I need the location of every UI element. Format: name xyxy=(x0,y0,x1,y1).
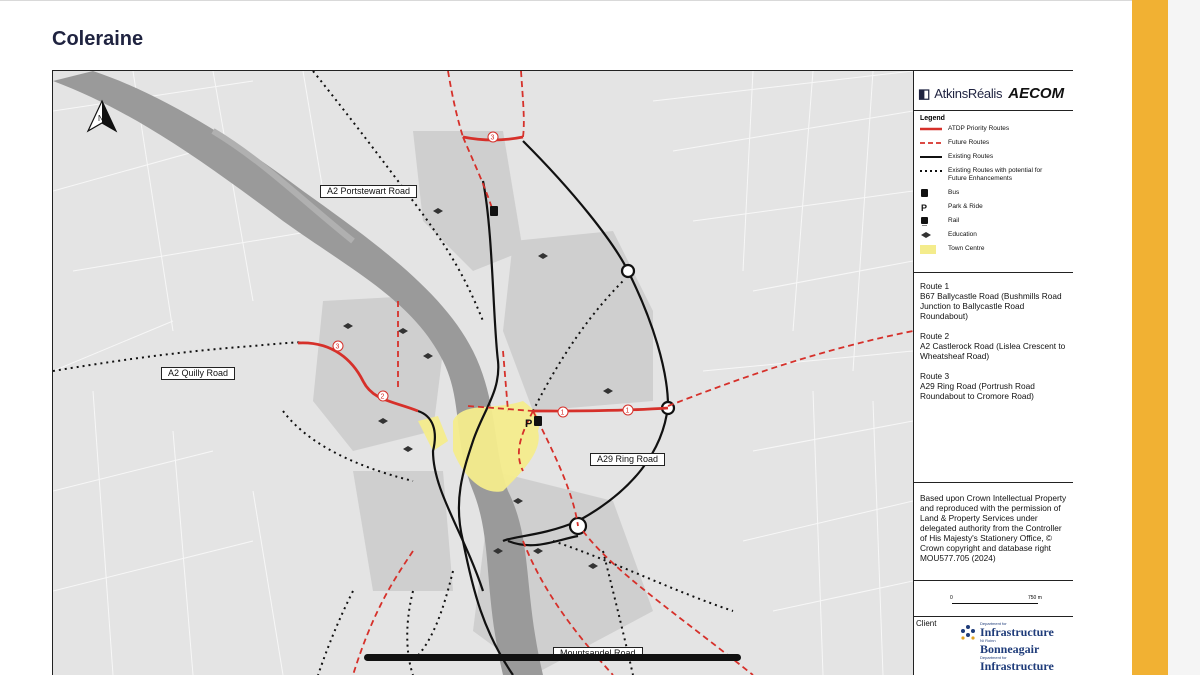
horizontal-scrollbar[interactable] xyxy=(364,654,741,661)
park-ride-icon: P xyxy=(920,203,942,213)
rail-icon xyxy=(920,217,942,227)
map-canvas[interactable]: 3 3 2 1 1 P N A2 Portstewart Road A2 Qui… xyxy=(53,71,913,675)
copyright-section: Based upon Crown Intellectual Property a… xyxy=(914,483,1073,581)
road-label-quilly: A2 Quilly Road xyxy=(161,367,236,380)
route-name: Route 1 xyxy=(920,281,950,291)
route-marker-1: 1 xyxy=(561,410,565,417)
park-ride-icon: P xyxy=(525,418,532,430)
scale-bar: 0 750 m xyxy=(914,587,1073,607)
town-centre-swatch-icon xyxy=(920,245,942,254)
svg-text:P: P xyxy=(921,203,927,212)
road-label-ring: A29 Ring Road xyxy=(590,453,666,466)
page-edge xyxy=(1168,0,1200,675)
scale-line xyxy=(952,603,1038,604)
legend-label: Existing Routes xyxy=(948,153,994,160)
black-dotted-line-icon xyxy=(920,167,942,175)
copyright-text: Based upon Crown Intellectual Property a… xyxy=(920,493,1067,563)
legend-item: Town Centre xyxy=(920,245,1073,254)
route-desc: B67 Ballycastle Road (Bushmills Road Jun… xyxy=(920,291,1062,321)
legend-item: Bus xyxy=(920,189,1073,197)
dfi-name-2: Infrastructure xyxy=(980,659,1054,673)
scale-start: 0 xyxy=(950,595,953,601)
routes-section: Route 1 B67 Ballycastle Road (Bushmills R… xyxy=(914,273,1073,483)
north-label: N xyxy=(98,114,104,123)
route-marker-2: 2 xyxy=(381,394,385,401)
legend-item: P Park & Ride xyxy=(920,203,1073,213)
accent-sidebar xyxy=(1132,0,1168,675)
atkins-logo-icon: ◧ xyxy=(918,85,931,101)
dfi-name: Infrastructure xyxy=(980,625,1054,639)
red-solid-line-icon xyxy=(920,125,942,133)
dfi-crest-icon xyxy=(961,625,975,640)
route-entry: Route 1 B67 Ballycastle Road (Bushmills R… xyxy=(920,281,1069,321)
scale-end: 750 m xyxy=(1028,595,1042,601)
legend-label: Existing Routes with potential for Futur… xyxy=(948,167,1043,182)
legend-label: Future Routes xyxy=(948,139,990,146)
route-desc: A2 Castlerock Road (Lislea Crescent to W… xyxy=(920,341,1066,361)
routes-list: Route 1 B67 Ballycastle Road (Bushmills R… xyxy=(914,273,1073,401)
dfi-name-irish: Bonneagair xyxy=(980,642,1040,656)
page-title: Coleraine xyxy=(52,28,144,50)
scale-section: 0 750 m xyxy=(914,581,1073,617)
red-dashed-line-icon xyxy=(920,139,942,147)
legend-item: Education xyxy=(920,231,1073,239)
client-section: Client Department for Infrastructure Ní … xyxy=(914,617,1073,675)
company-logos: ◧ AtkinsRéalis AECOM xyxy=(914,71,1073,102)
road-label-portstewart: A2 Portstewart Road xyxy=(320,185,418,198)
legend-item: Future Routes xyxy=(920,139,1073,147)
atkins-logo-text: AtkinsRéalis xyxy=(934,86,1003,101)
route-name: Route 2 xyxy=(920,331,950,341)
legend-label: Education xyxy=(948,231,977,238)
legend-item: ATDP Priority Routes xyxy=(920,125,1073,133)
legend-label: Park & Ride xyxy=(948,203,983,210)
route-marker-3: 3 xyxy=(491,135,495,142)
route-marker-3b: 3 xyxy=(336,344,340,351)
black-solid-line-icon xyxy=(920,153,942,161)
bus-icon xyxy=(920,189,942,197)
legend-label: ATDP Priority Routes xyxy=(948,125,1010,132)
route-entry: Route 3 A29 Ring Road (Portrush Road Roun… xyxy=(920,371,1069,401)
rail-icon xyxy=(534,416,542,426)
legend-section: Legend ATDP Priority Routes Future Route… xyxy=(914,111,1073,273)
route-desc: A29 Ring Road (Portrush Road Roundabout … xyxy=(920,381,1035,401)
legend-item: Rail xyxy=(920,217,1073,227)
legend-item: Existing Routes xyxy=(920,153,1073,161)
logo-section: ◧ AtkinsRéalis AECOM xyxy=(914,71,1073,111)
route-entry: Route 2 A2 Castlerock Road (Lislea Cresce… xyxy=(920,331,1069,361)
legend-label: Bus xyxy=(948,189,960,196)
education-icon xyxy=(920,231,942,239)
legend-title: Legend xyxy=(920,115,945,122)
route-marker-1b: 1 xyxy=(626,408,630,415)
legend-item: Existing Routes with potential for Futur… xyxy=(920,167,1073,183)
route-name: Route 3 xyxy=(920,371,950,381)
legend-label: Town Centre xyxy=(948,245,985,252)
bus-icon xyxy=(490,206,498,216)
top-divider xyxy=(0,0,1132,1)
aecom-logo-text: AECOM xyxy=(1008,85,1065,102)
dfi-logo: Department for Infrastructure Ní Roinn B… xyxy=(980,621,1054,672)
legend-panel: ◧ AtkinsRéalis AECOM Legend ATDP Priorit… xyxy=(913,71,1073,675)
legend-label: Rail xyxy=(948,217,960,224)
